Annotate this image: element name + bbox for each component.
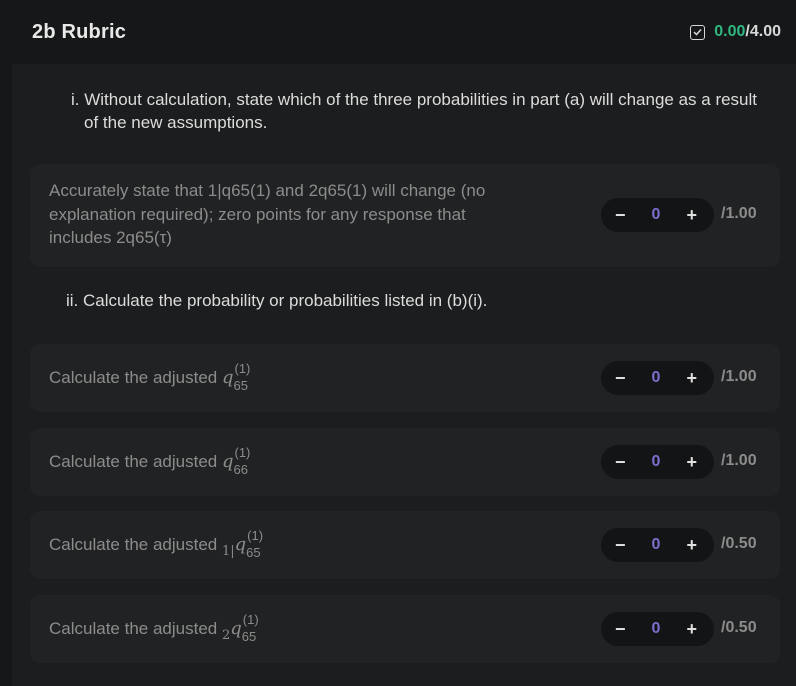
question-ii: ii. Calculate the probability or probabi… (66, 291, 488, 310)
max-points: /1.00 (721, 368, 757, 385)
item-label: Calculate the adjusted (49, 368, 222, 387)
rubric-score: 0.00 /4.00 (690, 23, 781, 41)
formula-subscript: 65 (246, 544, 261, 560)
increment-button[interactable]: + (686, 536, 697, 554)
rubric-item: Accurately state that 1|q65(1) and 2q65(… (30, 164, 780, 267)
formula-subscript: 65 (241, 628, 257, 644)
max-points: /0.50 (721, 535, 757, 552)
stepper-value[interactable]: 0 (652, 536, 661, 554)
score-stepper: − 0 + (601, 361, 714, 395)
formula-symbol: q (221, 451, 234, 472)
increment-button[interactable]: + (686, 620, 697, 638)
max-points: /1.00 (721, 205, 757, 222)
formula-subscript: 66 (233, 461, 248, 477)
item-label: Calculate the adjusted (49, 452, 222, 471)
score-stepper: − 0 + (601, 528, 714, 562)
stepper-value[interactable]: 0 (652, 620, 661, 638)
formula-symbol: q (230, 618, 242, 639)
decrement-button[interactable]: − (615, 369, 626, 387)
rubric-title: 2b Rubric (32, 20, 127, 43)
rubric-panel: i. Without calculation, state which of t… (12, 64, 796, 686)
rubric-item-text: Calculate the adjusted 2q (1) 65 (49, 612, 262, 648)
rubric-item-text: Calculate the adjusted 1|q (1) 65 (49, 528, 266, 564)
score-total: /4.00 (745, 23, 781, 40)
formula-subscript: 65 (233, 377, 248, 393)
question-i: i. Without calculation, state which of t… (71, 90, 758, 132)
score-stepper: − 0 + (601, 198, 714, 232)
decrement-button[interactable]: − (615, 536, 626, 554)
formula-symbol: q (221, 367, 234, 388)
rubric-header: 2b Rubric 0.00 /4.00 (0, 0, 796, 64)
formula-prefix: 1| (221, 544, 235, 559)
formula-prefix: 2 (221, 628, 231, 643)
max-points: /0.50 (721, 619, 757, 636)
increment-button[interactable]: + (686, 206, 697, 224)
decrement-button[interactable]: − (615, 620, 626, 638)
decrement-button[interactable]: − (615, 206, 626, 224)
rubric-item: Calculate the adjusted q (1) 66 − 0 + /1.0… (30, 428, 780, 496)
score-value: 0.00 (714, 23, 746, 40)
score-stepper: − 0 + (601, 612, 714, 646)
item-label: Calculate the adjusted (49, 619, 222, 638)
rubric-item-text: Accurately state that 1|q65(1) and 2q65(… (49, 181, 486, 247)
formula-symbol: q (234, 534, 247, 555)
stepper-value[interactable]: 0 (652, 206, 661, 224)
rubric-item-text: Calculate the adjusted q (1) 65 (49, 361, 253, 397)
item-label: Calculate the adjusted (49, 535, 222, 554)
score-stepper: − 0 + (601, 445, 714, 479)
max-points: /1.00 (721, 452, 757, 469)
rubric-item: Calculate the adjusted 1|q (1) 65 − 0 + /0… (30, 511, 780, 579)
stepper-value[interactable]: 0 (652, 453, 661, 471)
rubric-item: Calculate the adjusted 2q (1) 65 − 0 + /0.… (30, 595, 780, 663)
rubric-item: Calculate the adjusted q (1) 65 − 0 + /1.0… (30, 344, 780, 412)
check-square-icon (690, 24, 706, 40)
increment-button[interactable]: + (686, 369, 697, 387)
stepper-value[interactable]: 0 (652, 369, 661, 387)
increment-button[interactable]: + (686, 453, 697, 471)
decrement-button[interactable]: − (615, 453, 626, 471)
rubric-item-text: Calculate the adjusted q (1) 66 (49, 445, 253, 481)
